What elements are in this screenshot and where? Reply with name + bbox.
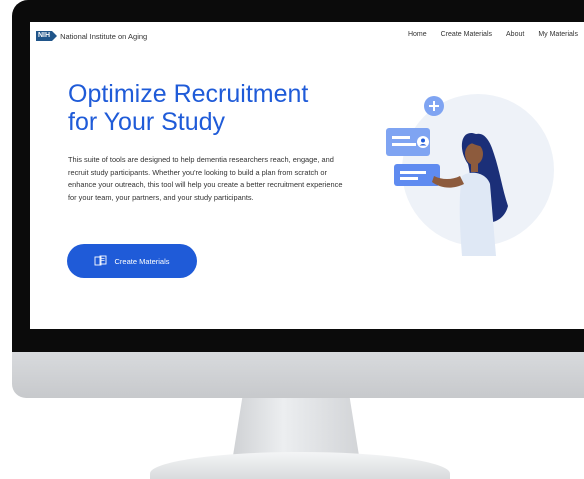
nav-link-about[interactable]: About	[506, 31, 524, 38]
create-materials-label: Create Materials	[114, 256, 170, 266]
hero-title-line-2: for Your Study	[68, 108, 226, 136]
screen: NIH National Institute on Aging Home Cre…	[30, 22, 584, 329]
nav-link-home[interactable]: Home	[408, 31, 427, 38]
monitor: NIH National Institute on Aging Home Cre…	[0, 0, 584, 479]
documents-icon	[94, 255, 108, 267]
nav-link-my-materials[interactable]: My Materials	[538, 31, 578, 38]
nia-logo[interactable]: NIH National Institute on Aging	[36, 31, 147, 41]
nih-badge: NIH	[36, 31, 53, 41]
monitor-base	[150, 452, 450, 479]
nav-links: Home Create Materials About My Materials	[394, 31, 578, 38]
logo-text: National Institute on Aging	[60, 31, 148, 41]
hero-description: This suite of tools are designed to help…	[68, 155, 343, 202]
nav-link-create-materials[interactable]: Create Materials	[441, 31, 492, 38]
monitor-chin	[12, 352, 584, 398]
create-materials-button[interactable]: Create Materials	[67, 244, 197, 278]
hero-title: Optimize Recruitment for Your Study	[68, 80, 338, 136]
nih-arrow-icon	[52, 31, 58, 41]
hero-illustration	[378, 80, 558, 260]
hero-title-line-1: Optimize Recruitment	[68, 80, 309, 108]
top-nav: NIH National Institute on Aging Home Cre…	[30, 22, 584, 50]
